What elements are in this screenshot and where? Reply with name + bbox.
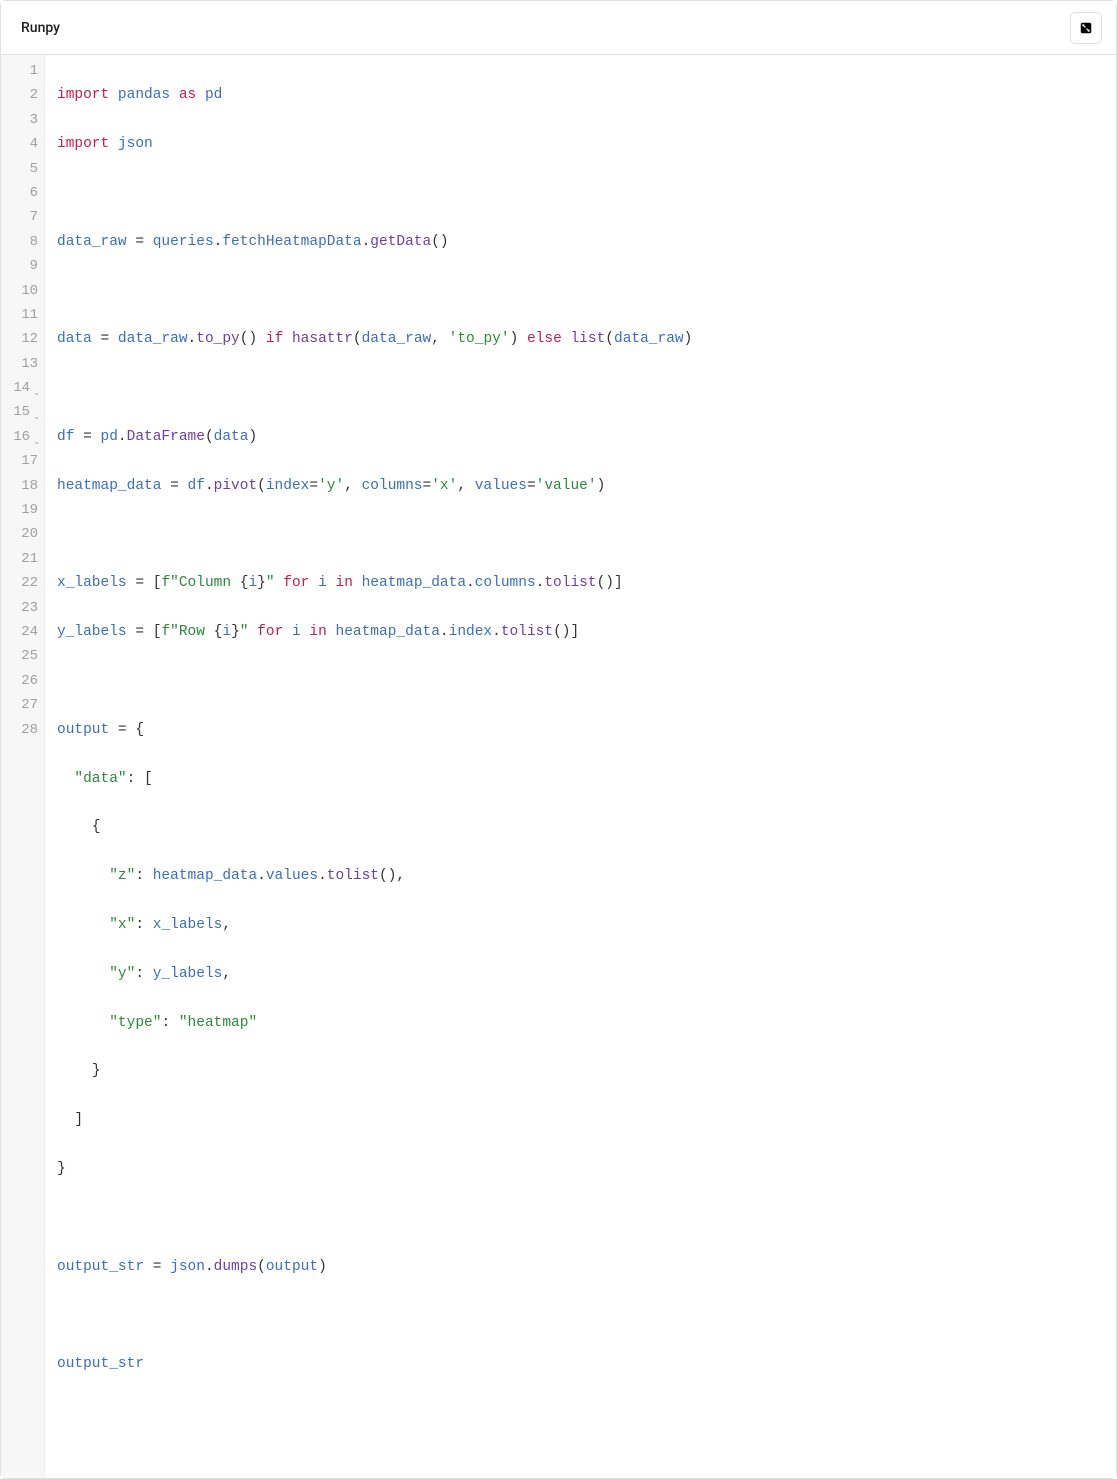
line-number: 21 — [1, 547, 38, 571]
code-line[interactable]: y_labels = [f"Row {i}" for i in heatmap_… — [57, 620, 1116, 644]
line-number: 28 — [1, 718, 38, 742]
code-line[interactable] — [57, 1401, 1116, 1425]
code-line[interactable]: "y": y_labels, — [57, 962, 1116, 986]
line-number: 9 — [1, 254, 38, 278]
code-panel: Runpy 1234567891011121314⌄15⌄16⌄17181920… — [0, 0, 1117, 1479]
code-editor[interactable]: 1234567891011121314⌄15⌄16⌄17181920212223… — [1, 55, 1116, 1478]
code-line[interactable]: { — [57, 815, 1116, 839]
code-line[interactable]: data = data_raw.to_py() if hasattr(data_… — [57, 327, 1116, 351]
code-line[interactable] — [57, 523, 1116, 547]
line-number: 24 — [1, 620, 38, 644]
code-line[interactable] — [57, 181, 1116, 205]
line-number: 22 — [1, 571, 38, 595]
code-line[interactable] — [57, 1303, 1116, 1327]
line-number: 11 — [1, 303, 38, 327]
line-number: 14⌄ — [1, 376, 38, 400]
code-line[interactable] — [57, 1206, 1116, 1230]
panel-title: Runpy — [21, 20, 60, 36]
code-line[interactable]: "type": "heatmap" — [57, 1011, 1116, 1035]
line-number: 10 — [1, 279, 38, 303]
line-number: 4 — [1, 132, 38, 156]
expand-icon — [1079, 21, 1093, 35]
line-number: 16⌄ — [1, 425, 38, 449]
line-gutter: 1234567891011121314⌄15⌄16⌄17181920212223… — [1, 55, 45, 1478]
line-number: 7 — [1, 205, 38, 229]
line-number: 6 — [1, 181, 38, 205]
line-number: 18 — [1, 474, 38, 498]
line-number: 12 — [1, 327, 38, 351]
code-line[interactable]: output = { — [57, 718, 1116, 742]
code-line[interactable]: "z": heatmap_data.values.tolist(), — [57, 864, 1116, 888]
code-line[interactable] — [57, 376, 1116, 400]
line-number: 25 — [1, 644, 38, 668]
panel-header: Runpy — [1, 1, 1116, 55]
line-number: 1 — [1, 59, 38, 83]
line-number: 3 — [1, 108, 38, 132]
code-line[interactable] — [57, 279, 1116, 303]
line-number: 20 — [1, 522, 38, 546]
line-number: 17 — [1, 449, 38, 473]
line-number: 23 — [1, 596, 38, 620]
line-number: 27 — [1, 693, 38, 717]
code-line[interactable]: } — [57, 1157, 1116, 1181]
code-line[interactable]: } — [57, 1059, 1116, 1083]
code-line[interactable]: "x": x_labels, — [57, 913, 1116, 937]
expand-button[interactable] — [1070, 12, 1102, 44]
line-number: 26 — [1, 669, 38, 693]
code-line[interactable]: ] — [57, 1108, 1116, 1132]
code-line[interactable]: data_raw = queries.fetchHeatmapData.getD… — [57, 230, 1116, 254]
code-line[interactable]: heatmap_data = df.pivot(index='y', colum… — [57, 474, 1116, 498]
code-line[interactable]: "data": [ — [57, 767, 1116, 791]
code-line[interactable] — [57, 669, 1116, 693]
code-line[interactable]: output_str = json.dumps(output) — [57, 1255, 1116, 1279]
code-content[interactable]: import pandas as pd import json data_raw… — [45, 55, 1116, 1478]
line-number: 13 — [1, 352, 38, 376]
code-line[interactable]: df = pd.DataFrame(data) — [57, 425, 1116, 449]
code-line[interactable]: import json — [57, 132, 1116, 156]
line-number: 2 — [1, 83, 38, 107]
line-number: 19 — [1, 498, 38, 522]
line-number: 8 — [1, 230, 38, 254]
line-number: 15⌄ — [1, 400, 38, 424]
line-number: 5 — [1, 157, 38, 181]
code-line[interactable]: import pandas as pd — [57, 83, 1116, 107]
code-line[interactable]: output_str — [57, 1352, 1116, 1376]
code-line[interactable]: x_labels = [f"Column {i}" for i in heatm… — [57, 571, 1116, 595]
